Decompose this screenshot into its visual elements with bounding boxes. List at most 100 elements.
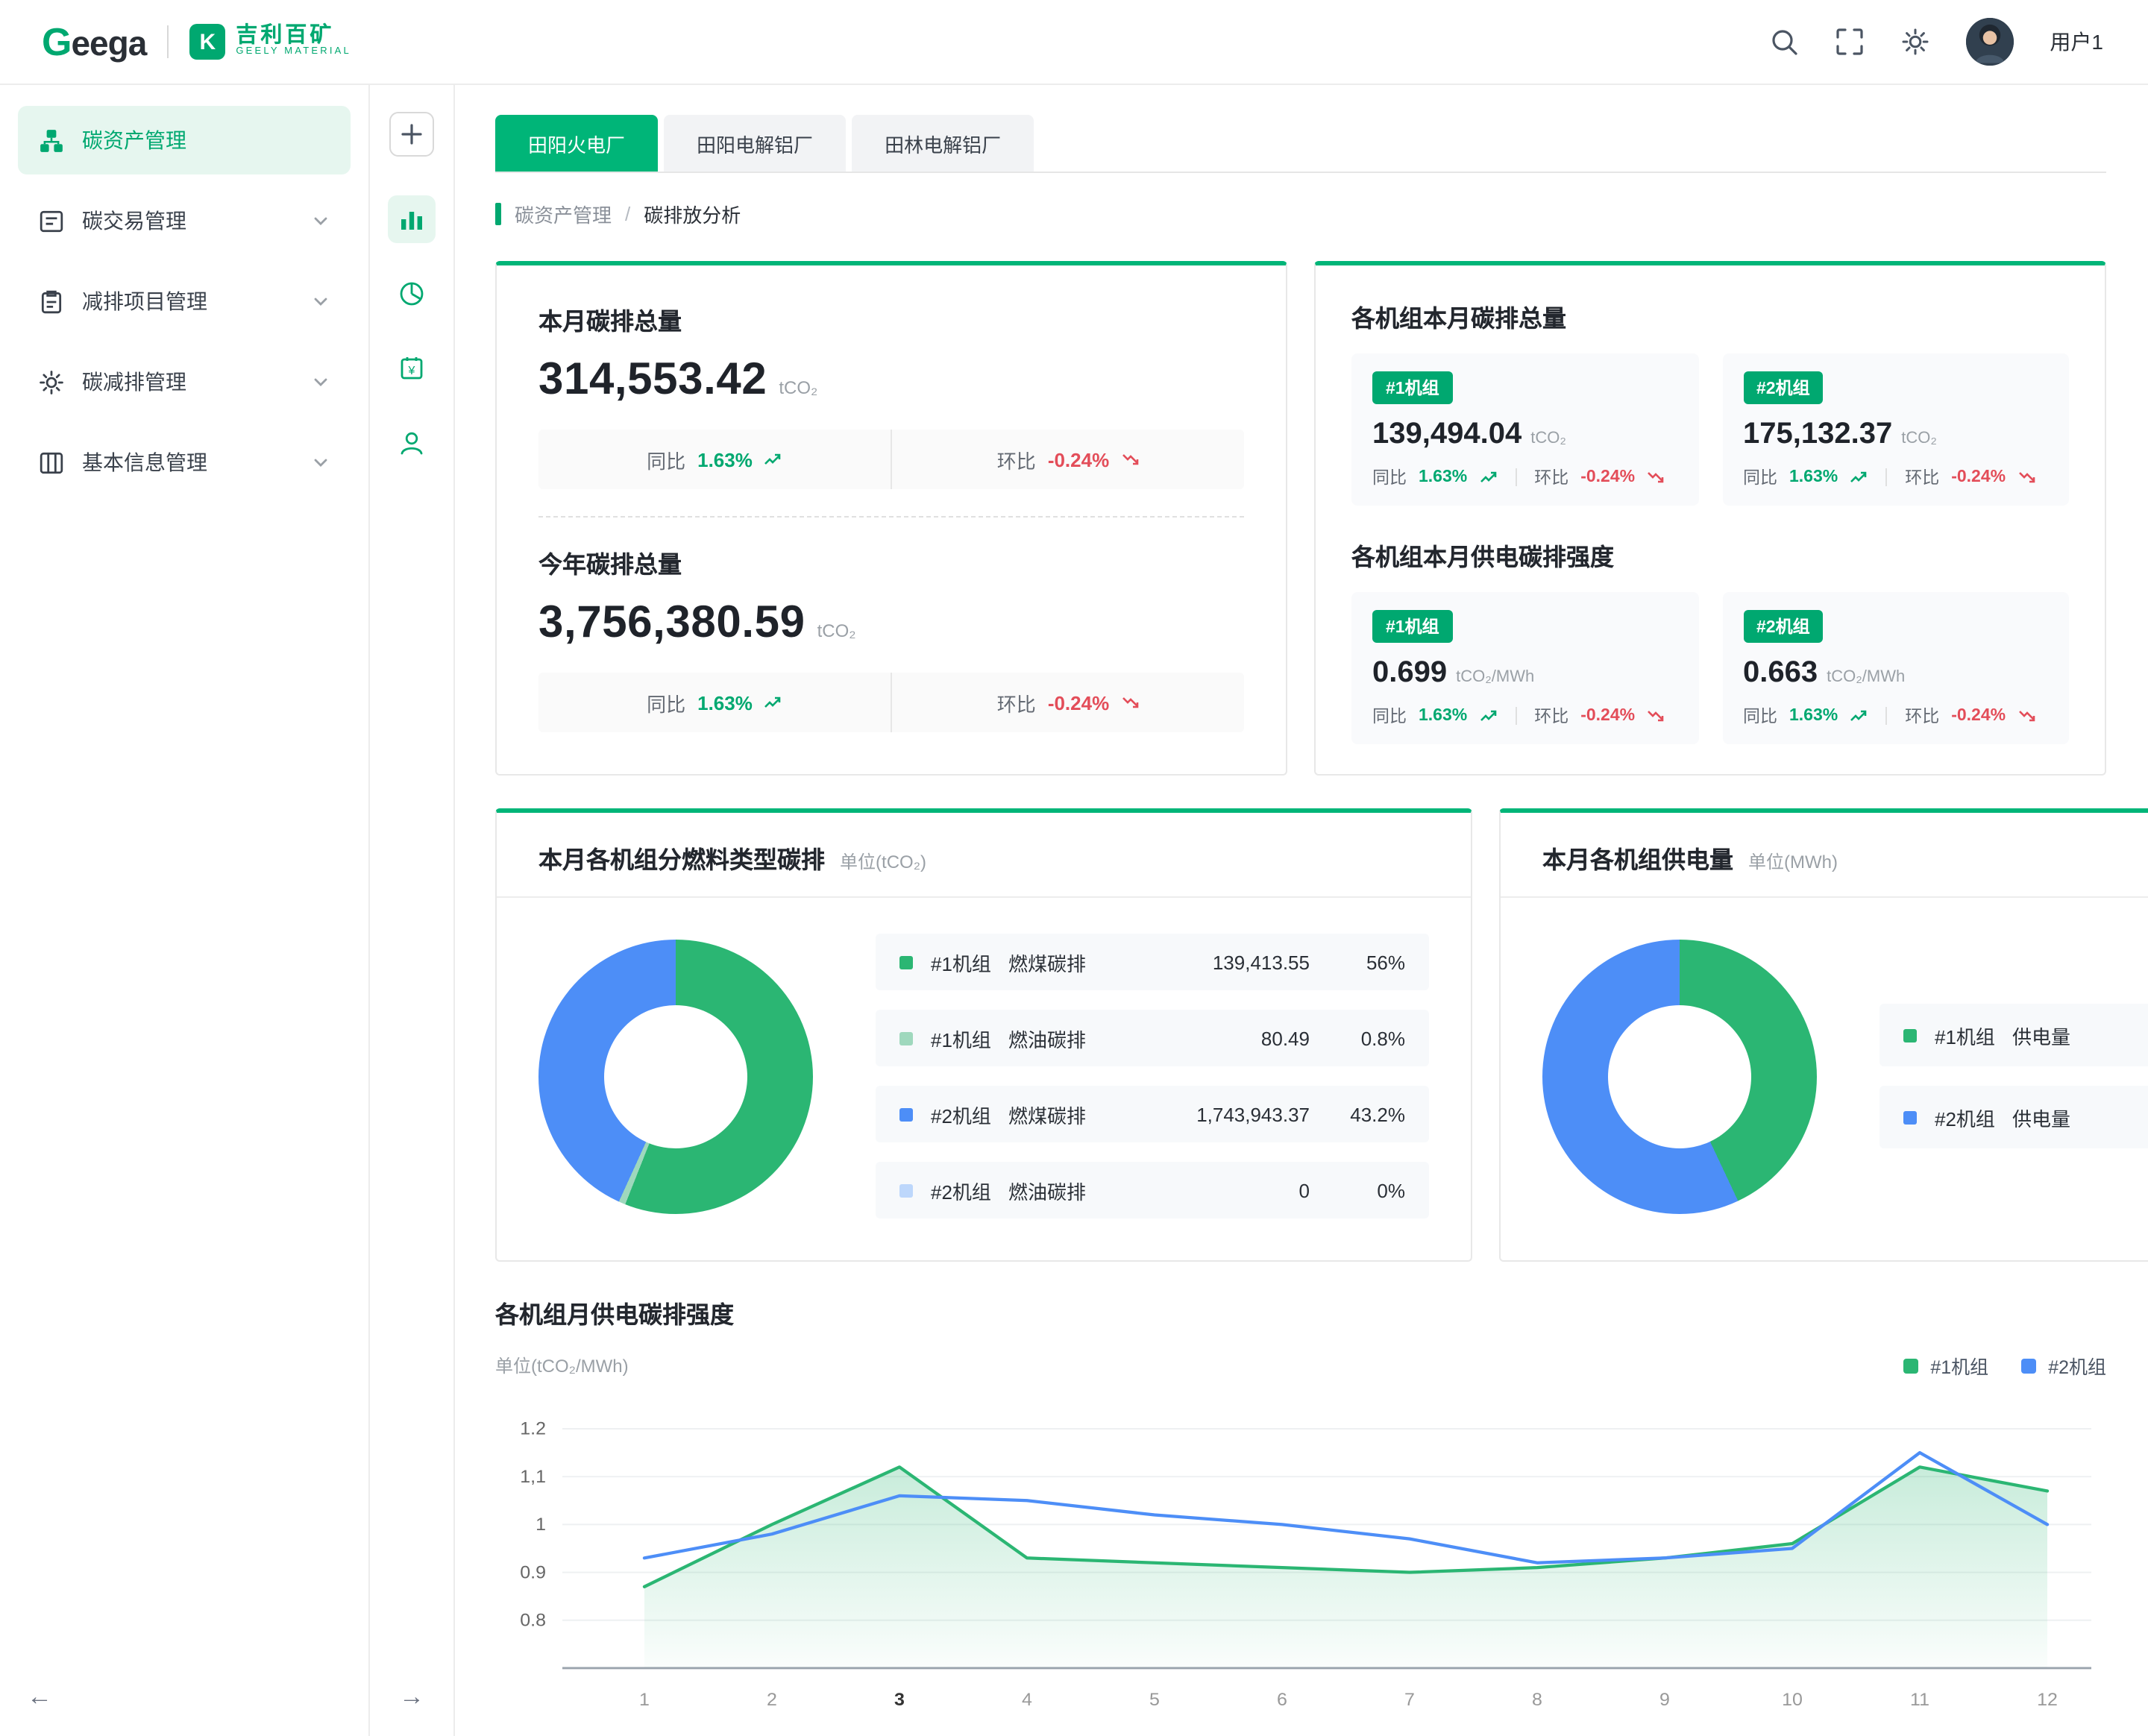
trend-down-icon [2017, 708, 2035, 723]
trend-down-icon [1647, 470, 1665, 485]
settings-gear-icon[interactable] [1900, 27, 1930, 57]
rail-user-icon[interactable] [388, 419, 436, 467]
search-icon[interactable] [1769, 27, 1799, 57]
chevron-down-icon [312, 292, 330, 310]
supply-card-unit: 单位(MWh) [1748, 849, 1838, 874]
legend-item: #1机组 燃油碳排 80.49 0.8% [876, 1010, 1429, 1066]
breadcrumb-parent[interactable]: 碳资产管理 [515, 200, 612, 228]
legend-value: 1,743,943.37 [1146, 1103, 1310, 1125]
legend-swatch [2021, 1358, 2036, 1373]
sidebar-item-reduction-project[interactable]: 减排项目管理 [18, 267, 351, 336]
legend-unit1[interactable]: #1机组 [1903, 1351, 1988, 1380]
legend-unit2[interactable]: #2机组 [2021, 1351, 2106, 1380]
clipboard-icon [39, 289, 64, 314]
svg-text:1.2: 1.2 [520, 1419, 546, 1439]
sidebar-item-carbon-reduction[interactable]: 碳减排管理 [18, 347, 351, 416]
svg-text:7: 7 [1404, 1691, 1415, 1711]
svg-text:12: 12 [2037, 1691, 2058, 1711]
fullscreen-icon[interactable] [1835, 27, 1865, 57]
divider [1885, 707, 1887, 725]
columns-icon [39, 450, 64, 475]
mom-value: -0.24% [1580, 468, 1635, 486]
tab-tianlin-aluminum[interactable]: 田林电解铝厂 [852, 115, 1034, 172]
legend-item: #1机组 燃煤碳排 139,413.55 56% [876, 934, 1429, 990]
yoy-label: 同比 [1372, 465, 1407, 489]
add-panel-button[interactable] [389, 112, 434, 157]
breadcrumb-current: 碳排放分析 [644, 200, 741, 228]
line-chart-meta: 单位(tCO₂/MWh) #1机组 #2机组 [495, 1351, 2106, 1380]
sidebar-item-label: 基本信息管理 [82, 447, 294, 477]
legend-series: #1机组 [931, 1024, 1008, 1052]
user-avatar[interactable] [1966, 18, 2014, 66]
tab-tianyang-thermal[interactable]: 田阳火电厂 [495, 115, 658, 172]
month-emission-title: 本月碳排总量 [538, 301, 1244, 337]
yoy-value: 1.63% [697, 691, 753, 714]
legend-label: 供电量 [2012, 1021, 2148, 1049]
geely-subtitle: GEELY MATERIAL [236, 48, 351, 58]
rail-pie-chart-icon[interactable] [388, 270, 436, 318]
legend-label: 燃油碳排 [1008, 1024, 1146, 1052]
unit1-intensity-trends: 同比1.63% 环比-0.24% [1372, 704, 1677, 728]
supply-card-body: #1机组 供电量 199,515.6 43% #2机组 供电量 264,222.… [1501, 898, 2148, 1260]
app-root: Geega K 吉利百矿 GEELY MATERIAL [0, 0, 2148, 1736]
trend-up-icon [1850, 708, 1868, 723]
trend-up-icon [1479, 470, 1497, 485]
trend-up-icon [1850, 470, 1868, 485]
legend-value: 139,413.55 [1146, 951, 1310, 973]
unit1-badge: #1机组 [1372, 610, 1453, 643]
mom-value: -0.24% [1951, 468, 2006, 486]
month-trend-bar: 同比 1.63% 环比 -0.24% [538, 430, 1244, 489]
legend-swatch [899, 1107, 913, 1121]
chevron-down-icon [312, 212, 330, 230]
trend-down-icon [1121, 695, 1139, 710]
user-name[interactable]: 用户1 [2050, 27, 2103, 57]
power-supply-card: 本月各机组供电量 单位(MWh) #1机组 供电量 199,515.6 43% [1499, 808, 2148, 1262]
svg-text:9: 9 [1659, 1691, 1670, 1711]
tab-tianyang-aluminum[interactable]: 田阳电解铝厂 [664, 115, 846, 172]
legend-swatch [899, 955, 913, 969]
unit1-emission: #1机组 139,494.04tCO₂ 同比1.63% 环比-0.24% [1351, 353, 1698, 506]
yoy-stat: 同比 1.63% [538, 673, 891, 732]
sidebar-item-basic-info[interactable]: 基本信息管理 [18, 428, 351, 497]
legend-series: #2机组 [931, 1176, 1008, 1204]
legend-series: #2机组 [1935, 1103, 2012, 1131]
sidebar-item-carbon-asset[interactable]: 碳资产管理 [18, 106, 351, 174]
svg-text:5: 5 [1149, 1691, 1160, 1711]
unit1-intensity: #1机组 0.699tCO₂/MWh 同比1.63% 环比-0.24% [1351, 592, 1698, 744]
svg-text:0.8: 0.8 [520, 1611, 546, 1631]
unit2-badge: #2机组 [1743, 610, 1824, 643]
mom-label: 环比 [1905, 465, 1939, 489]
fuel-emission-card: 本月各机组分燃料类型碳排 单位(tCO₂) #1机组 燃煤碳排 139,413.… [495, 808, 1472, 1262]
yoy-label: 同比 [647, 445, 685, 474]
brand-divider [167, 25, 169, 58]
line-chart-title: 各机组月供电碳排强度 [495, 1295, 2106, 1330]
chevron-down-icon [312, 373, 330, 391]
donut-hole [1608, 1004, 1751, 1148]
yoy-label: 同比 [1743, 465, 1777, 489]
sidebar-item-carbon-trade[interactable]: 碳交易管理 [18, 186, 351, 255]
legend-label: 燃煤碳排 [1008, 1100, 1146, 1128]
mom-stat: 环比 -0.24% [891, 673, 1244, 732]
collapse-left-icon[interactable]: ← [27, 1682, 52, 1712]
rail-bar-chart-icon[interactable] [388, 195, 436, 243]
legend-series: #1机组 [931, 948, 1008, 976]
svg-text:3: 3 [894, 1691, 905, 1711]
divider [1885, 468, 1887, 486]
geega-logo: Geega [42, 19, 146, 65]
mom-value: -0.24% [1951, 707, 2006, 725]
expand-right-icon[interactable]: → [399, 1682, 424, 1712]
mom-stat: 环比 -0.24% [891, 430, 1244, 489]
sidebar-item-label: 碳减排管理 [82, 367, 294, 397]
year-emission-value-row: 3,756,380.59 tCO₂ [538, 598, 1244, 649]
mom-label: 环比 [1534, 465, 1568, 489]
year-emission-title: 今年碳排总量 [538, 544, 1244, 580]
chevron-down-icon [312, 453, 330, 471]
summary-card-row: 本月碳排总量 314,553.42 tCO₂ 同比 1.63% 环比 [495, 261, 2106, 776]
supply-card-title: 本月各机组供电量 [1542, 840, 1733, 875]
breadcrumb: 碳资产管理 / 碳排放分析 [495, 200, 2106, 228]
rail-footer: → [399, 1682, 424, 1712]
legend-series-name: #1机组 [1930, 1351, 1988, 1380]
icon-rail: ¥ → [370, 85, 455, 1736]
rail-carbon-ledger-icon[interactable]: ¥ [388, 345, 436, 392]
svg-text:11: 11 [1910, 1691, 1929, 1711]
